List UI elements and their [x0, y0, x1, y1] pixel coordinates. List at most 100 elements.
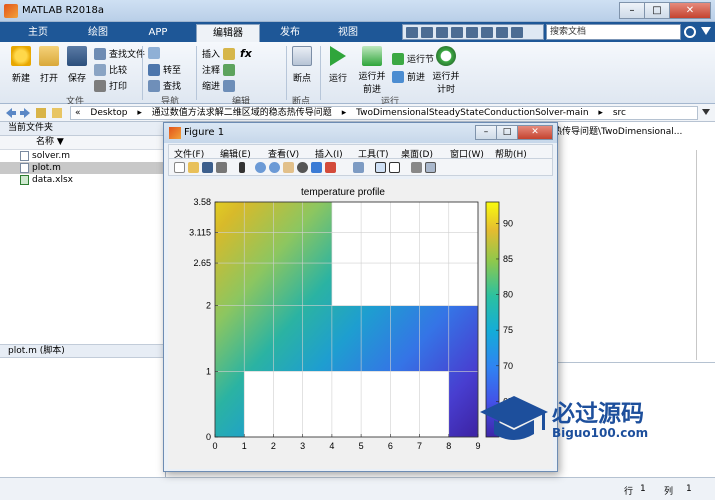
- save-icon[interactable]: [406, 26, 418, 38]
- file-item-solver[interactable]: solver.m: [0, 150, 165, 162]
- tab-home[interactable]: 主页: [18, 24, 58, 42]
- goto-button[interactable]: 转至: [148, 63, 181, 76]
- file-item-plot[interactable]: plot.m: [0, 162, 165, 174]
- search-icon[interactable]: [684, 26, 696, 38]
- status-bar: 行 1 列 1: [0, 477, 715, 500]
- tab-view[interactable]: 视图: [328, 24, 368, 42]
- brush-icon[interactable]: [325, 162, 336, 173]
- link-plot-icon[interactable]: [353, 162, 364, 173]
- path-dropdown-icon[interactable]: [702, 109, 710, 115]
- browse-folder-icon[interactable]: [52, 108, 62, 118]
- tab-publish[interactable]: 发布: [270, 24, 310, 42]
- new-figure-icon[interactable]: [174, 162, 185, 173]
- tab-apps[interactable]: APP: [138, 24, 178, 42]
- tab-plots[interactable]: 绘图: [78, 24, 118, 42]
- x-tick-label: 3: [300, 441, 305, 451]
- ribbon-tabs: 主页 绘图 APP 编辑器 发布 视图 搜索文档: [0, 22, 715, 42]
- path-segment[interactable]: Desktop: [90, 108, 127, 118]
- open-button[interactable]: 打开: [36, 46, 62, 84]
- current-folder-path[interactable]: « Desktop ▸ 通过数值方法求解二维区域的稳态热传导问题 ▸ TwoDi…: [70, 106, 698, 120]
- compare-button[interactable]: 比较: [94, 63, 127, 76]
- comment-button[interactable]: 注释: [202, 63, 238, 76]
- cut-icon[interactable]: [421, 26, 433, 38]
- close-button[interactable]: ✕: [669, 2, 711, 19]
- new-button[interactable]: 新建: [8, 46, 34, 84]
- data-cursor-icon[interactable]: [311, 162, 322, 173]
- path-segment[interactable]: src: [613, 108, 626, 118]
- advance-button[interactable]: 前进: [392, 70, 425, 83]
- figure-title-bar[interactable]: Figure 1 – □ ✕: [164, 123, 557, 143]
- group-separator: [196, 46, 197, 100]
- run-section-button[interactable]: 运行节: [392, 52, 434, 65]
- run-and-advance-button[interactable]: 运行并 前进: [356, 46, 388, 95]
- rotate-3d-icon[interactable]: [297, 162, 308, 173]
- redo-icon[interactable]: [481, 26, 493, 38]
- y-tick-label: 2: [206, 301, 211, 311]
- x-tick-label: 7: [417, 441, 422, 451]
- maximize-button[interactable]: □: [644, 2, 670, 19]
- run-play-icon: [330, 46, 346, 66]
- paste-icon[interactable]: [451, 26, 463, 38]
- watermark-text-en: Biguo100.com: [552, 426, 649, 440]
- tab-editor[interactable]: 编辑器: [196, 24, 260, 42]
- breakpoints-button[interactable]: 断点: [290, 46, 314, 84]
- undo-icon[interactable]: [466, 26, 478, 38]
- show-plot-tools-icon[interactable]: [425, 162, 436, 173]
- panel-title: 当前文件夹: [0, 122, 165, 136]
- figure-minimize-button[interactable]: –: [475, 125, 497, 140]
- insert-section-icon: [223, 47, 236, 60]
- x-tick-label: 4: [329, 441, 334, 451]
- back-icon[interactable]: [6, 108, 16, 118]
- switch-windows-icon[interactable]: [496, 26, 508, 38]
- hide-plot-tools-icon[interactable]: [411, 162, 422, 173]
- search-input[interactable]: 搜索文档: [546, 24, 681, 40]
- insert-function-button[interactable]: fx: [240, 47, 252, 60]
- m-file-icon: [20, 151, 29, 161]
- y-tick-label: 3.58: [193, 197, 211, 207]
- x-tick-label: 0: [212, 441, 217, 451]
- run-button[interactable]: 运行: [326, 46, 350, 84]
- zoom-out-icon[interactable]: [269, 162, 280, 173]
- minimize-button[interactable]: –: [619, 2, 645, 19]
- column-header-name[interactable]: 名称 ▼: [0, 136, 165, 150]
- insert-colorbar-icon[interactable]: [375, 162, 386, 173]
- up-folder-icon[interactable]: [36, 108, 46, 118]
- figure-close-button[interactable]: ✕: [517, 125, 553, 140]
- figure-maximize-button[interactable]: □: [496, 125, 518, 140]
- print-icon: [94, 79, 106, 92]
- y-tick-label: 3.115: [189, 228, 211, 238]
- run-and-time-button[interactable]: 运行并 计时: [432, 46, 460, 95]
- pan-hand-icon[interactable]: [283, 162, 294, 173]
- figure-window-controls: – □ ✕: [475, 125, 553, 140]
- new-plus-icon: [11, 46, 31, 66]
- path-segment[interactable]: TwoDimensionalSteadyStateConductionSolve…: [356, 108, 588, 118]
- nav-back-button[interactable]: [148, 47, 163, 59]
- save-button[interactable]: 保存: [64, 46, 90, 84]
- copy-icon[interactable]: [436, 26, 448, 38]
- file-item-data[interactable]: data.xlsx: [0, 174, 165, 186]
- open-file-icon[interactable]: [188, 162, 199, 173]
- editor-tab-path[interactable]: 态热传导问题\TwoDimensional...: [544, 124, 682, 137]
- insert-button[interactable]: 插入: [202, 47, 238, 60]
- print-button[interactable]: 打印: [94, 79, 127, 92]
- zoom-in-icon[interactable]: [255, 162, 266, 173]
- print-figure-icon[interactable]: [216, 162, 227, 173]
- filter-icon[interactable]: [701, 27, 711, 35]
- empty-region-0: [331, 202, 478, 306]
- insert-legend-icon[interactable]: [389, 162, 400, 173]
- help-icon[interactable]: [511, 26, 523, 38]
- empty-region-1: [244, 371, 449, 437]
- col-label: 列: [664, 487, 674, 497]
- find-button[interactable]: 查找: [148, 79, 181, 92]
- save-figure-icon[interactable]: [202, 162, 213, 173]
- comment-percent-icon: [223, 63, 236, 76]
- indent-button[interactable]: 缩进: [202, 79, 238, 92]
- forward-icon[interactable]: [20, 108, 30, 118]
- edit-plot-arrow-icon[interactable]: [239, 162, 245, 173]
- address-bar: « Desktop ▸ 通过数值方法求解二维区域的稳态热传导问题 ▸ TwoDi…: [0, 104, 715, 122]
- find-icon: [148, 79, 160, 92]
- find-files-button[interactable]: 查找文件: [94, 47, 145, 60]
- path-segment[interactable]: 通过数值方法求解二维区域的稳态热传导问题: [152, 108, 332, 118]
- y-tick-label: 1: [206, 366, 211, 376]
- y-axis-ticks: 0 1 2 2.65 3.115 3.58: [189, 197, 218, 442]
